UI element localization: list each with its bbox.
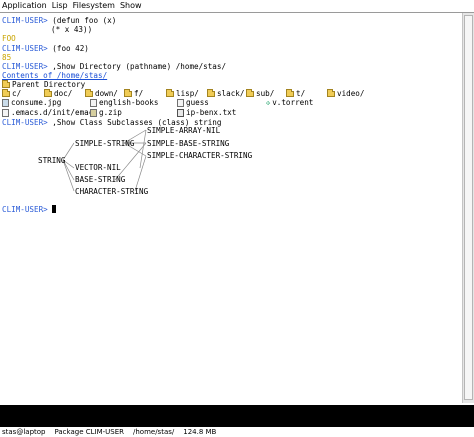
interactor-pane[interactable] xyxy=(0,405,474,427)
graph-edge xyxy=(134,155,147,192)
status-directory: /home/stas/ xyxy=(133,428,175,436)
class-node[interactable]: STRING xyxy=(38,156,65,165)
vertical-scrollbar[interactable] xyxy=(462,13,474,403)
text-cursor xyxy=(52,205,57,213)
scrollbar-thumb[interactable] xyxy=(464,15,473,400)
class-node[interactable]: SIMPLE-STRING xyxy=(75,139,134,148)
class-node[interactable]: VECTOR-NIL xyxy=(75,163,121,172)
class-node[interactable]: SIMPLE-ARRAY-NIL xyxy=(147,126,220,135)
class-node[interactable]: SIMPLE-CHARACTER-STRING xyxy=(147,151,252,160)
class-node[interactable]: CHARACTER-STRING xyxy=(75,187,148,196)
status-package: Package CLIM-USER xyxy=(54,428,124,436)
status-host: stas@laptop xyxy=(2,428,46,436)
status-bar: stas@laptop Package CLIM-USER /home/stas… xyxy=(0,427,474,437)
prompt: CLIM-USER> xyxy=(2,205,48,214)
status-memory: 124.8 MB xyxy=(183,428,217,436)
class-graph-edges xyxy=(62,129,147,192)
class-node[interactable]: BASE-STRING xyxy=(75,175,125,184)
class-node[interactable]: SIMPLE-BASE-STRING xyxy=(147,139,229,148)
input-line-current[interactable]: CLIM-USER> xyxy=(2,205,57,214)
